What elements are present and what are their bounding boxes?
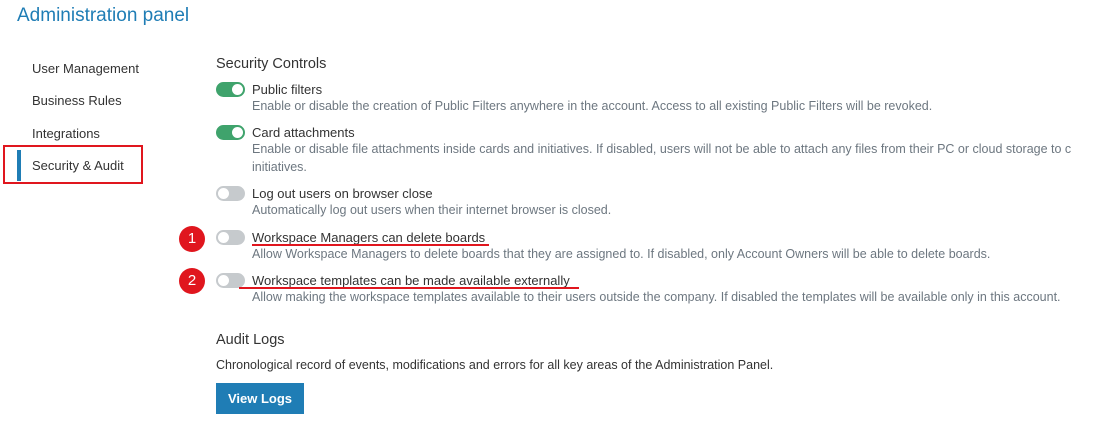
audit-logs-title: Audit Logs bbox=[216, 332, 285, 348]
card-attachments-description-continued: initiatives. bbox=[252, 160, 307, 174]
delete-boards-description: Allow Workspace Managers to delete board… bbox=[252, 247, 991, 261]
delete-boards-toggle[interactable] bbox=[216, 230, 245, 245]
public-filters-description: Enable or disable the creation of Public… bbox=[252, 99, 933, 113]
active-item-indicator bbox=[17, 150, 21, 181]
sidebar-item-business-rules[interactable]: Business Rules bbox=[32, 93, 122, 108]
logout-on-close-description: Automatically log out users when their i… bbox=[252, 203, 612, 217]
toggle-knob bbox=[218, 188, 229, 199]
audit-logs-description: Chronological record of events, modifica… bbox=[216, 358, 774, 372]
logout-on-close-label: Log out users on browser close bbox=[252, 186, 433, 201]
toggle-knob bbox=[218, 232, 229, 243]
public-filters-toggle[interactable] bbox=[216, 82, 245, 97]
external-templates-label: Workspace templates can be made availabl… bbox=[252, 273, 570, 288]
view-logs-button[interactable]: View Logs bbox=[216, 383, 304, 414]
card-attachments-label: Card attachments bbox=[252, 125, 355, 140]
page-title: Administration panel bbox=[17, 5, 190, 26]
card-attachments-description: Enable or disable file attachments insid… bbox=[252, 142, 1072, 156]
external-templates-toggle[interactable] bbox=[216, 273, 245, 288]
delete-boards-label: Workspace Managers can delete boards bbox=[252, 230, 486, 245]
external-templates-description: Allow making the workspace templates ava… bbox=[252, 290, 1061, 304]
public-filters-label: Public filters bbox=[252, 82, 323, 97]
annotation-badge-1: 1 bbox=[179, 226, 205, 252]
card-attachments-toggle[interactable] bbox=[216, 125, 245, 140]
toggle-knob bbox=[232, 127, 243, 138]
sidebar-item-integrations[interactable]: Integrations bbox=[32, 126, 100, 141]
toggle-knob bbox=[218, 275, 229, 286]
logout-on-close-toggle[interactable] bbox=[216, 186, 245, 201]
sidebar-item-user-management[interactable]: User Management bbox=[32, 61, 139, 76]
security-controls-title: Security Controls bbox=[216, 56, 327, 72]
annotation-badge-2: 2 bbox=[179, 268, 205, 294]
toggle-knob bbox=[232, 84, 243, 95]
sidebar-item-security-audit[interactable]: Security & Audit bbox=[32, 158, 124, 173]
